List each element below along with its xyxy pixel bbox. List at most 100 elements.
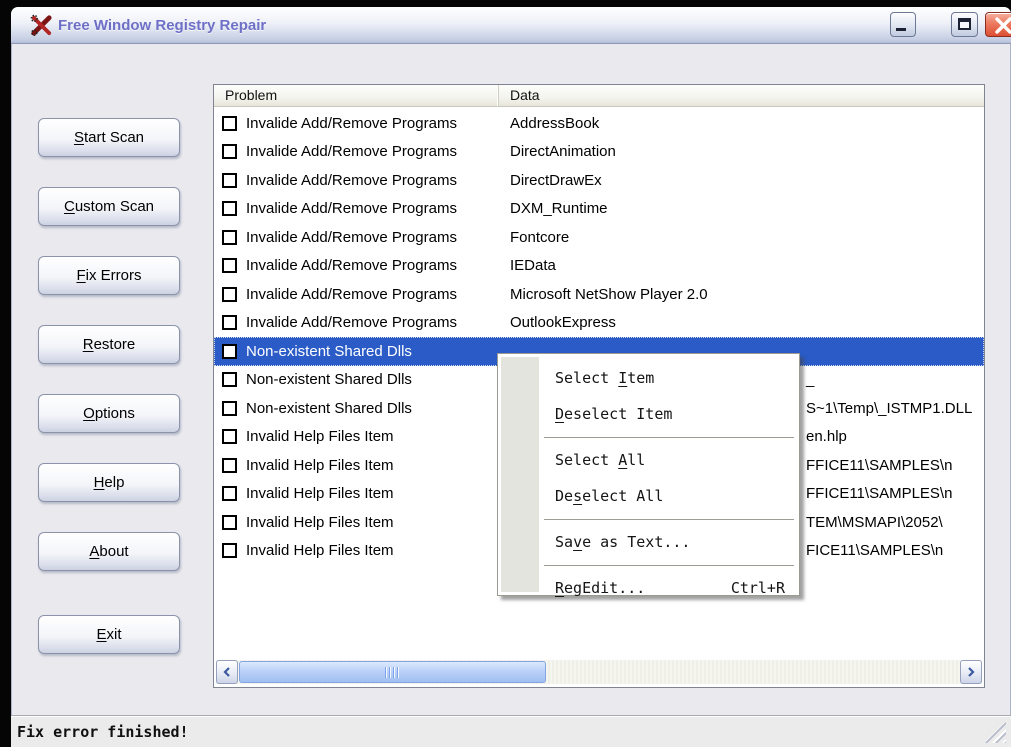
problem-cell: Invalide Add/Remove Programs bbox=[246, 200, 457, 217]
app-window: Free Window Registry Repair Start Scan Cu… bbox=[11, 7, 1011, 747]
right-arrow-icon bbox=[967, 667, 975, 677]
data-cell: _ bbox=[806, 371, 814, 388]
row-checkbox[interactable] bbox=[222, 230, 237, 245]
data-cell: DirectAnimation bbox=[510, 143, 616, 160]
horizontal-scrollbar[interactable] bbox=[216, 660, 982, 684]
row-checkbox[interactable] bbox=[222, 515, 237, 530]
left-arrow-icon bbox=[223, 667, 231, 677]
list-row[interactable]: Invalide Add/Remove Programs DirectDrawEx bbox=[214, 166, 984, 195]
problem-cell: Invalide Add/Remove Programs bbox=[246, 229, 457, 246]
list-row[interactable]: Invalide Add/Remove Programs DXM_Runtime bbox=[214, 195, 984, 224]
row-checkbox[interactable] bbox=[222, 144, 237, 159]
menu-item-regedit[interactable]: RegEdit... Ctrl+R bbox=[498, 570, 799, 606]
close-button[interactable] bbox=[985, 12, 1011, 37]
list-row[interactable]: Invalide Add/Remove Programs OutlookExpre… bbox=[214, 309, 984, 338]
menu-item-deselect-item[interactable]: Deselect Item bbox=[498, 396, 799, 432]
scrollbar-track[interactable] bbox=[238, 660, 960, 684]
row-checkbox[interactable] bbox=[222, 543, 237, 558]
button-custom-scan[interactable]: Custom Scan bbox=[38, 187, 180, 226]
data-cell: AddressBook bbox=[510, 115, 599, 132]
scrollbar-grip-icon bbox=[385, 667, 400, 678]
menu-item-label: Deselect All bbox=[555, 487, 663, 505]
problem-cell: Invalide Add/Remove Programs bbox=[246, 115, 457, 132]
menu-separator bbox=[498, 514, 799, 524]
data-cell: IEData bbox=[510, 257, 556, 274]
titlebar[interactable]: Free Window Registry Repair bbox=[11, 7, 1011, 44]
button-start-scan[interactable]: Start Scan bbox=[38, 118, 180, 157]
context-menu: Select Item Deselect Item Select All Desele… bbox=[497, 353, 800, 596]
menu-item-label: Save as Text... bbox=[555, 533, 690, 551]
menu-item-label: Deselect Item bbox=[555, 405, 672, 423]
maximize-button[interactable] bbox=[951, 12, 978, 37]
row-checkbox[interactable] bbox=[222, 486, 237, 501]
scroll-right-button[interactable] bbox=[960, 660, 982, 684]
status-message: Fix error finished! bbox=[17, 723, 189, 741]
row-checkbox[interactable] bbox=[222, 258, 237, 273]
data-cell: Fontcore bbox=[510, 229, 569, 246]
scroll-left-button[interactable] bbox=[216, 660, 238, 684]
close-icon bbox=[986, 13, 1011, 38]
data-cell: DirectDrawEx bbox=[510, 172, 602, 189]
menu-item-select-all[interactable]: Select All bbox=[498, 442, 799, 478]
data-cell: OutlookExpress bbox=[510, 314, 616, 331]
menu-item-select-item[interactable]: Select Item bbox=[498, 360, 799, 396]
button-restore[interactable]: Restore bbox=[38, 325, 180, 364]
row-checkbox[interactable] bbox=[222, 372, 237, 387]
list-header: Problem Data bbox=[214, 85, 984, 107]
data-cell: Microsoft NetShow Player 2.0 bbox=[510, 286, 708, 303]
row-checkbox[interactable] bbox=[222, 116, 237, 131]
data-cell: FFICE11\SAMPLES\n bbox=[806, 457, 952, 474]
row-checkbox[interactable] bbox=[222, 173, 237, 188]
row-checkbox[interactable] bbox=[222, 344, 237, 359]
menu-item-save-as-text[interactable]: Save as Text... bbox=[498, 524, 799, 560]
data-cell: TEM\MSMAPI\2052\ bbox=[806, 514, 943, 531]
data-cell: FFICE11\SAMPLES\n bbox=[806, 485, 952, 502]
minimize-icon bbox=[896, 28, 906, 31]
menu-separator bbox=[498, 560, 799, 570]
screenshot-background: Free Window Registry Repair Start Scan Cu… bbox=[0, 0, 1011, 747]
problem-cell: Non-existent Shared Dlls bbox=[246, 343, 412, 360]
data-cell: en.hlp bbox=[806, 428, 847, 445]
minimize-button[interactable] bbox=[890, 12, 916, 37]
menu-item-deselect-all[interactable]: Deselect All bbox=[498, 478, 799, 514]
problem-cell: Invalide Add/Remove Programs bbox=[246, 314, 457, 331]
problem-cell: Non-existent Shared Dlls bbox=[246, 400, 412, 417]
problem-cell: Invalide Add/Remove Programs bbox=[246, 172, 457, 189]
button-help[interactable]: Help bbox=[38, 463, 180, 502]
column-header-problem[interactable]: Problem bbox=[214, 85, 499, 106]
list-row[interactable]: Invalide Add/Remove Programs Fontcore bbox=[214, 223, 984, 252]
problem-cell: Invalid Help Files Item bbox=[246, 485, 394, 502]
sidebar: Start Scan Custom Scan Fix Errors Restore Op… bbox=[38, 118, 180, 654]
row-checkbox[interactable] bbox=[222, 315, 237, 330]
row-checkbox[interactable] bbox=[222, 201, 237, 216]
row-checkbox[interactable] bbox=[222, 401, 237, 416]
button-exit[interactable]: Exit bbox=[38, 615, 180, 654]
row-checkbox[interactable] bbox=[222, 458, 237, 473]
status-bar: Fix error finished! bbox=[11, 715, 1011, 747]
data-cell: DXM_Runtime bbox=[510, 200, 608, 217]
list-row[interactable]: Invalide Add/Remove Programs IEData bbox=[214, 252, 984, 281]
menu-item-label: RegEdit... bbox=[555, 579, 645, 597]
resize-grip-icon[interactable] bbox=[984, 721, 1006, 743]
problem-cell: Invalid Help Files Item bbox=[246, 514, 394, 531]
button-fix-errors[interactable]: Fix Errors bbox=[38, 256, 180, 295]
problem-cell: Invalide Add/Remove Programs bbox=[246, 143, 457, 160]
column-header-data[interactable]: Data bbox=[499, 85, 984, 106]
menu-item-shortcut: Ctrl+R bbox=[731, 579, 785, 597]
button-options[interactable]: Options bbox=[38, 394, 180, 433]
list-row[interactable]: Invalide Add/Remove Programs DirectAnimat… bbox=[214, 138, 984, 167]
row-checkbox[interactable] bbox=[222, 429, 237, 444]
problem-cell: Invalide Add/Remove Programs bbox=[246, 257, 457, 274]
problem-cell: Invalid Help Files Item bbox=[246, 542, 394, 559]
list-row[interactable]: Invalide Add/Remove ProgramsMicrosoft Ne… bbox=[214, 280, 984, 309]
maximize-icon bbox=[958, 18, 971, 30]
button-about[interactable]: About bbox=[38, 532, 180, 571]
row-checkbox[interactable] bbox=[222, 287, 237, 302]
data-cell: S~1\Temp\_ISTMP1.DLL bbox=[806, 400, 972, 417]
list-row[interactable]: Invalide Add/Remove Programs AddressBook bbox=[214, 109, 984, 138]
scrollbar-thumb[interactable] bbox=[239, 661, 546, 683]
problem-cell: Invalid Help Files Item bbox=[246, 457, 394, 474]
problem-cell: Non-existent Shared Dlls bbox=[246, 371, 412, 388]
menu-separator bbox=[498, 432, 799, 442]
menu-item-label: Select All bbox=[555, 451, 645, 469]
